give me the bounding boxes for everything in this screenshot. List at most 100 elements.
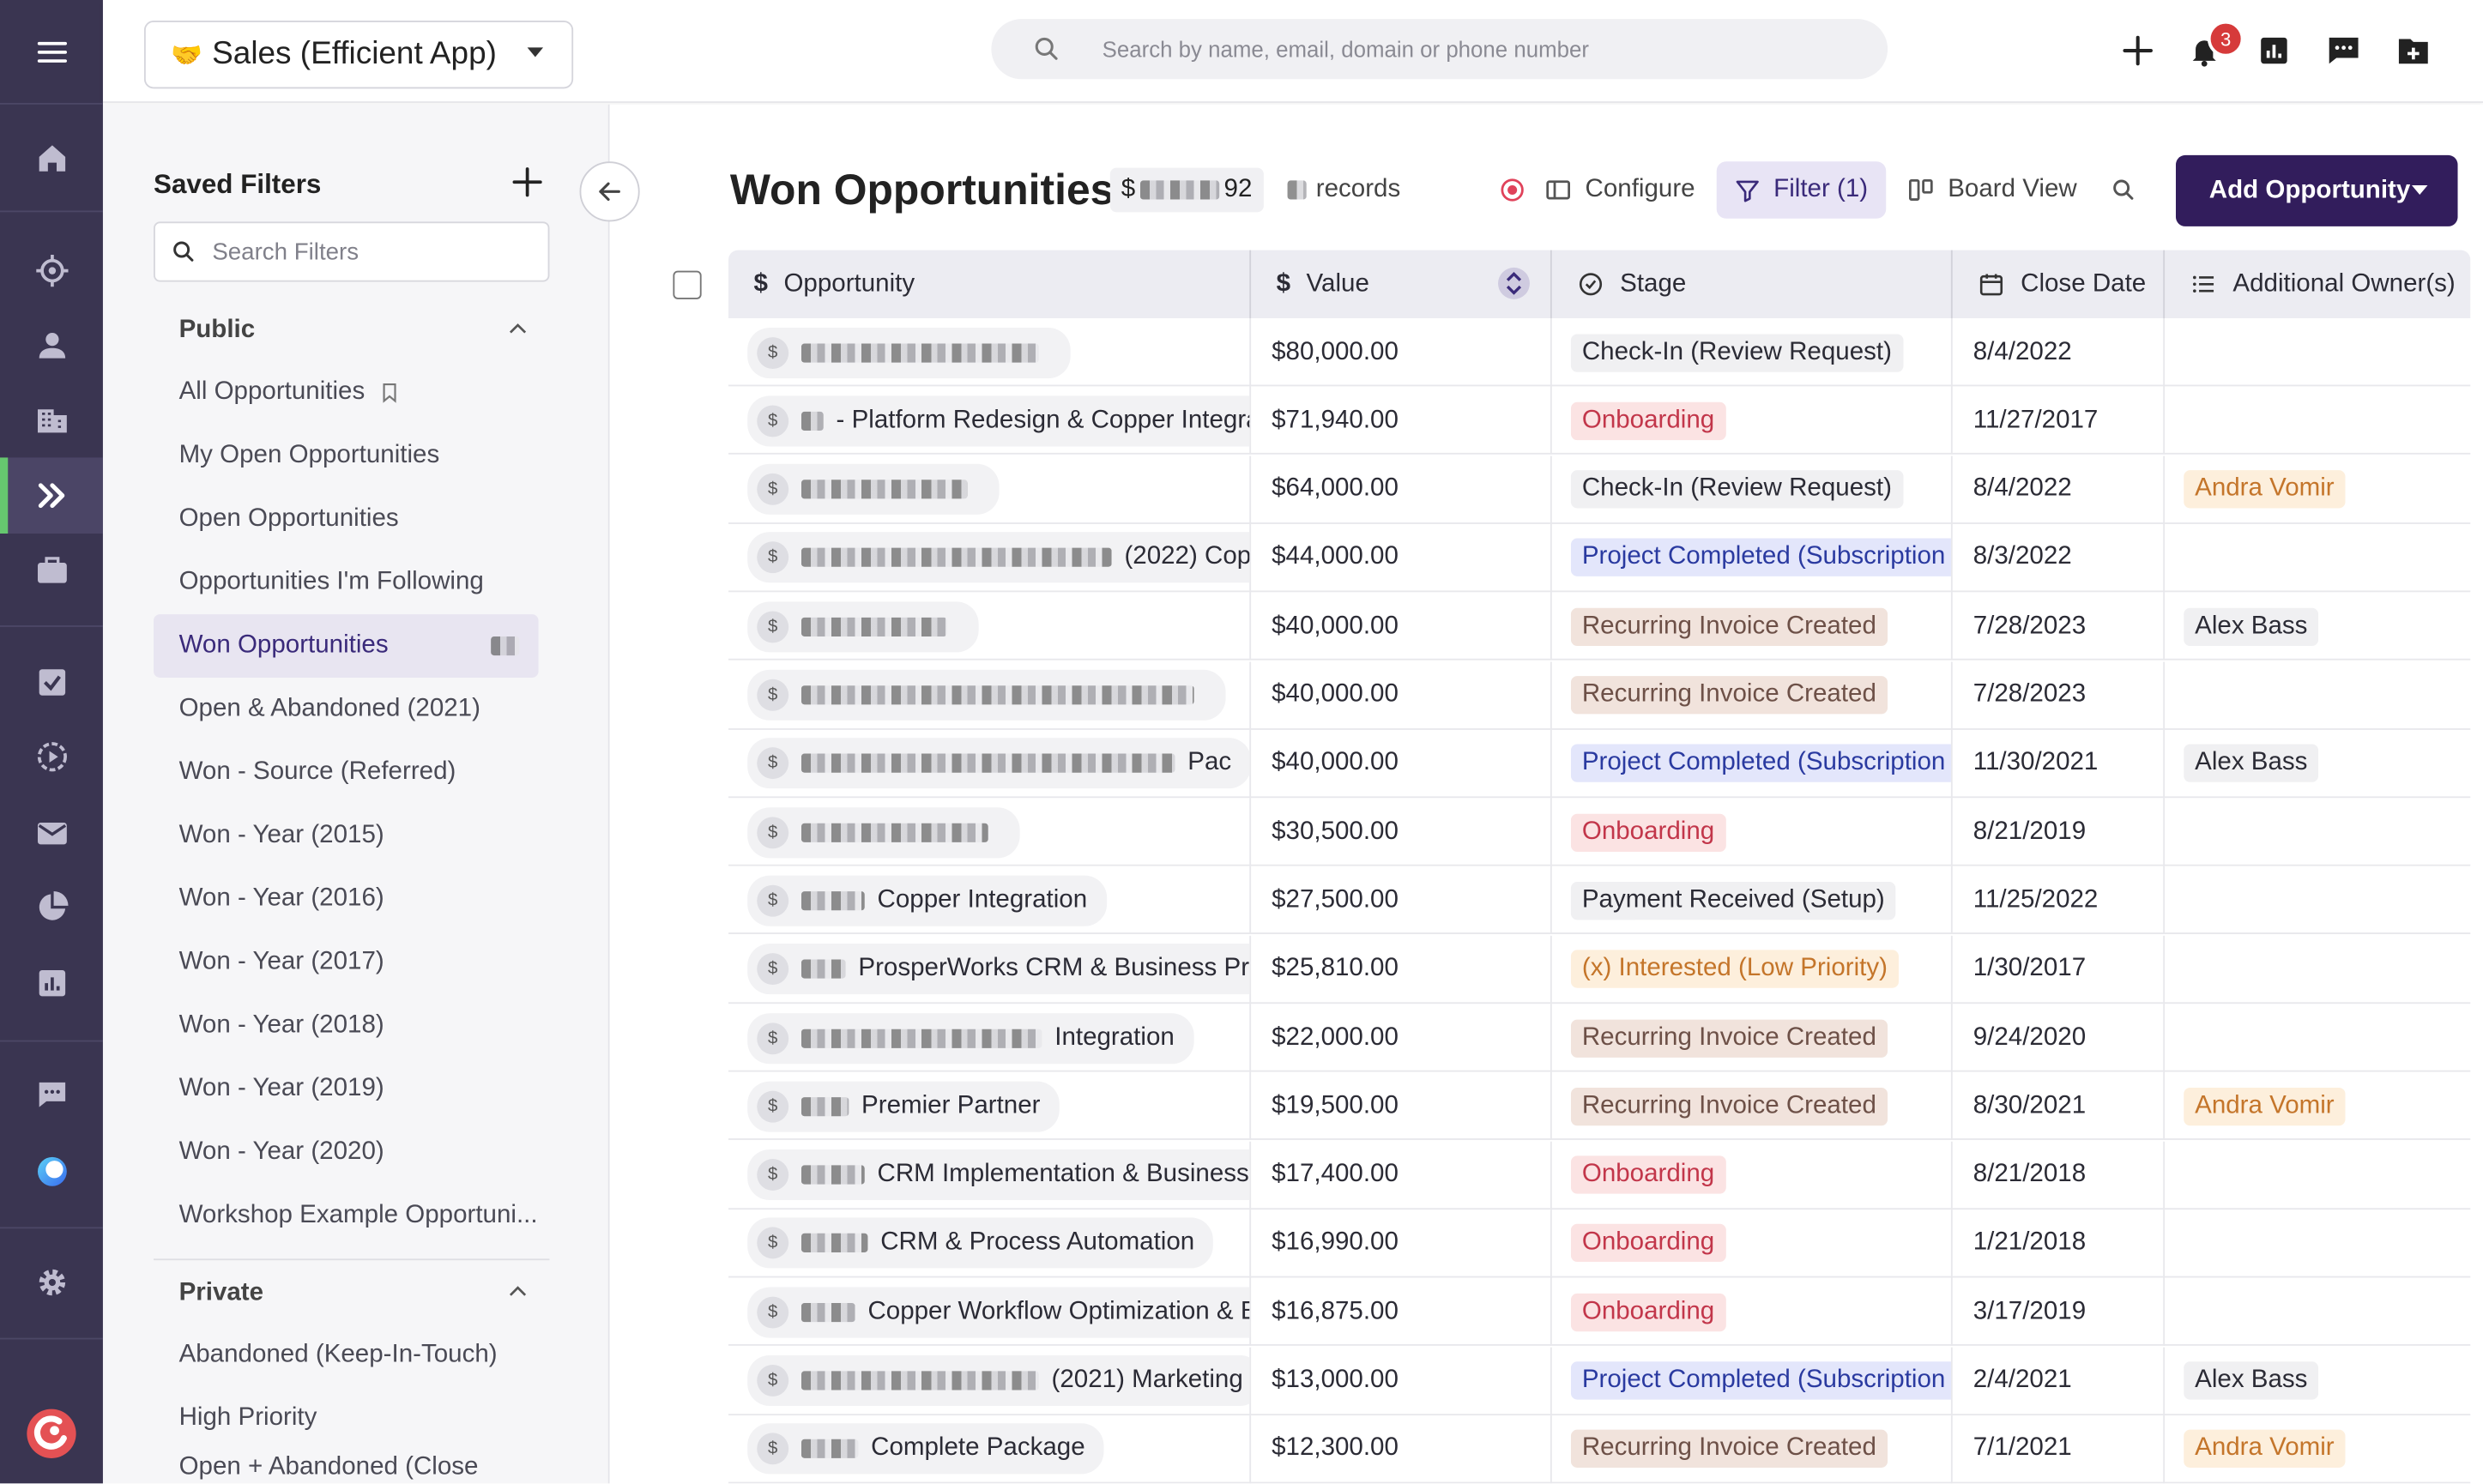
filter-button[interactable]: Filter (1) bbox=[1716, 161, 1886, 219]
table-row[interactable]: $ $64,000.00 Check-In (Review Request) 8/4/… bbox=[728, 455, 2471, 524]
menu-icon[interactable] bbox=[0, 15, 103, 87]
opportunities-icon[interactable] bbox=[0, 457, 103, 534]
global-search-input[interactable] bbox=[1102, 36, 1831, 62]
opportunity-pill[interactable]: $ Integration bbox=[747, 1012, 1193, 1064]
table-row[interactable]: $ $40,000.00 Recurring Invoice Created 7/28… bbox=[728, 661, 2471, 729]
table-row[interactable]: $ CRM & Process Automation $16,990.00 Onbo… bbox=[728, 1209, 2471, 1278]
table-row[interactable]: $ - Platform Redesign & Copper Integrati… bbox=[728, 386, 2471, 455]
owners-cell[interactable] bbox=[2165, 798, 2470, 866]
owners-cell[interactable]: Alex Bass bbox=[2165, 593, 2470, 661]
target-icon[interactable] bbox=[0, 234, 103, 305]
opportunity-cell[interactable]: $ bbox=[728, 592, 1252, 661]
owners-cell[interactable] bbox=[2165, 318, 2470, 386]
opportunity-pill[interactable]: $ Copper Workflow Optimization & Bu bbox=[747, 1286, 1250, 1338]
opportunity-cell[interactable]: $ Pac bbox=[728, 729, 1252, 798]
opportunity-cell[interactable]: $ bbox=[728, 661, 1252, 729]
activity-icon[interactable] bbox=[0, 721, 103, 792]
select-all-checkbox[interactable] bbox=[673, 270, 702, 299]
sidebar-item-workshop-example[interactable]: Workshop Example Opportuni... bbox=[154, 1185, 539, 1248]
opportunity-cell[interactable]: $ Copper Integration bbox=[728, 866, 1252, 935]
opportunity-pill[interactable]: $ bbox=[747, 669, 1226, 721]
column-close-date[interactable]: Close Date bbox=[1953, 250, 2166, 318]
owners-cell[interactable]: Andra Vomir bbox=[2165, 1072, 2470, 1140]
stage-cell[interactable]: Check-In (Review Request) bbox=[1552, 455, 1953, 524]
opportunity-pill[interactable]: $ - Platform Redesign & Copper Integrati bbox=[747, 395, 1250, 447]
pie-chart-icon[interactable] bbox=[0, 871, 103, 942]
owners-cell[interactable] bbox=[2165, 524, 2470, 592]
sidebar-item-all-opportunities[interactable]: All Opportunities bbox=[154, 361, 539, 425]
opportunity-pill[interactable]: $ Pac bbox=[747, 738, 1250, 789]
opportunity-pill[interactable]: $ Premier Partner bbox=[747, 1081, 1060, 1132]
record-toggle[interactable] bbox=[1498, 161, 1526, 218]
app-selector[interactable]: 🤝 Sales (Efficient App) bbox=[143, 20, 574, 89]
stage-cell[interactable]: Recurring Invoice Created bbox=[1552, 1415, 1953, 1484]
sidebar-item-won-2016[interactable]: Won - Year (2016) bbox=[154, 867, 539, 931]
column-value[interactable]: $ Value bbox=[1251, 250, 1552, 318]
ai-assistant-icon[interactable] bbox=[0, 1135, 103, 1206]
sidebar-item-won-opportunities[interactable]: Won Opportunities bbox=[154, 614, 539, 678]
owners-cell[interactable]: Andra Vomir bbox=[2165, 1415, 2470, 1483]
opportunity-pill[interactable]: $ bbox=[747, 463, 1000, 516]
opportunity-cell[interactable]: $ CRM Implementation & Business P bbox=[728, 1140, 1252, 1210]
stage-cell[interactable]: Onboarding bbox=[1552, 1277, 1953, 1347]
sidebar-item-won-2018[interactable]: Won - Year (2018) bbox=[154, 994, 539, 1058]
owners-cell[interactable] bbox=[2165, 935, 2470, 1003]
opportunity-pill[interactable]: $ Copper Integration bbox=[747, 875, 1107, 926]
table-row[interactable]: $ Pac $40,000.00 Project Completed (Subscr… bbox=[728, 729, 2471, 798]
owners-cell[interactable] bbox=[2165, 387, 2470, 455]
copper-logo-icon[interactable] bbox=[0, 1398, 103, 1469]
stage-cell[interactable]: Recurring Invoice Created bbox=[1552, 1004, 1953, 1072]
configure-button[interactable]: Configure bbox=[1544, 161, 1695, 218]
opportunity-pill[interactable]: $ CRM & Process Automation bbox=[747, 1218, 1214, 1270]
table-row[interactable]: $ $80,000.00 Check-In (Review Request) 8/4/… bbox=[728, 317, 2471, 387]
home-icon[interactable] bbox=[0, 122, 103, 193]
tasks-icon[interactable] bbox=[0, 646, 103, 717]
table-row[interactable]: $ $40,000.00 Recurring Invoice Created 7/28… bbox=[728, 592, 2471, 661]
opportunity-pill[interactable]: $ (2022) Copp bbox=[747, 532, 1250, 583]
table-row[interactable]: $ Complete Package $12,300.00 Recurring In… bbox=[728, 1415, 2471, 1484]
opportunity-pill[interactable]: $ (2021) Marketing bbox=[747, 1354, 1250, 1406]
opportunity-cell[interactable]: $ bbox=[728, 455, 1252, 524]
table-row[interactable]: $ Premier Partner $19,500.00 Recurring Invo… bbox=[728, 1072, 2471, 1141]
sidebar-item-won-2020[interactable]: Won - Year (2020) bbox=[154, 1121, 539, 1185]
opportunity-cell[interactable]: $ - Platform Redesign & Copper Integrati bbox=[728, 386, 1252, 455]
owners-cell[interactable] bbox=[2165, 1210, 2470, 1277]
stage-cell[interactable]: Recurring Invoice Created bbox=[1552, 661, 1953, 729]
sidebar-item-won-2019[interactable]: Won - Year (2019) bbox=[154, 1058, 539, 1121]
table-row[interactable]: $ Integration $22,000.00 Recurring Invoice… bbox=[728, 1004, 2471, 1072]
opportunity-cell[interactable]: $ ProsperWorks CRM & Business Proc bbox=[728, 935, 1252, 1004]
sidebar-item-won-2017[interactable]: Won - Year (2017) bbox=[154, 931, 539, 994]
opportunity-cell[interactable]: $ bbox=[728, 798, 1252, 866]
opportunity-pill[interactable]: $ ProsperWorks CRM & Business Proc bbox=[747, 944, 1250, 995]
stage-cell[interactable]: Recurring Invoice Created bbox=[1552, 1072, 1953, 1141]
stage-cell[interactable]: Onboarding bbox=[1552, 1140, 1953, 1210]
stage-cell[interactable]: Project Completed (Subscription + bbox=[1552, 729, 1953, 798]
mail-icon[interactable] bbox=[0, 796, 103, 867]
opportunity-cell[interactable]: $ bbox=[728, 317, 1252, 387]
opportunity-cell[interactable]: $ Complete Package bbox=[728, 1415, 1252, 1484]
collapse-sidebar-button[interactable] bbox=[579, 161, 640, 222]
sidebar-item-won-source-referred[interactable]: Won - Source (Referred) bbox=[154, 741, 539, 805]
global-search[interactable] bbox=[991, 19, 1888, 80]
column-opportunity[interactable]: $ Opportunity bbox=[728, 250, 1252, 318]
board-view-button[interactable]: Board View bbox=[1906, 161, 2077, 218]
stage-cell[interactable]: Recurring Invoice Created bbox=[1552, 592, 1953, 661]
opportunity-pill[interactable]: $ bbox=[747, 327, 1071, 378]
add-icon[interactable] bbox=[2117, 30, 2159, 71]
stage-cell[interactable]: Payment Received (Setup) bbox=[1552, 866, 1953, 935]
sidebar-item-abandoned-keep-in-touch[interactable]: Abandoned (Keep-In-Touch) bbox=[154, 1324, 539, 1387]
messages-icon[interactable] bbox=[2323, 30, 2365, 71]
add-opportunity-button[interactable]: Add Opportunity bbox=[2175, 154, 2458, 226]
table-row[interactable]: $ Copper Integration $27,500.00 Payment Rec… bbox=[728, 866, 2471, 935]
owners-cell[interactable]: Andra Vomir bbox=[2165, 455, 2470, 523]
owners-cell[interactable] bbox=[2165, 1278, 2470, 1346]
opportunity-cell[interactable]: $ CRM & Process Automation bbox=[728, 1209, 1252, 1278]
opportunity-cell[interactable]: $ Premier Partner bbox=[728, 1072, 1252, 1141]
chevron-up-icon[interactable] bbox=[505, 1279, 531, 1312]
stage-cell[interactable]: Project Completed (Subscription + bbox=[1552, 523, 1953, 593]
table-row[interactable]: $ Copper Workflow Optimization & Bu $16,8… bbox=[728, 1277, 2471, 1347]
opportunity-pill[interactable]: $ bbox=[747, 806, 1020, 858]
stage-cell[interactable]: Onboarding bbox=[1552, 386, 1953, 455]
new-folder-icon[interactable] bbox=[2393, 30, 2434, 71]
insights-icon[interactable] bbox=[2253, 30, 2294, 71]
